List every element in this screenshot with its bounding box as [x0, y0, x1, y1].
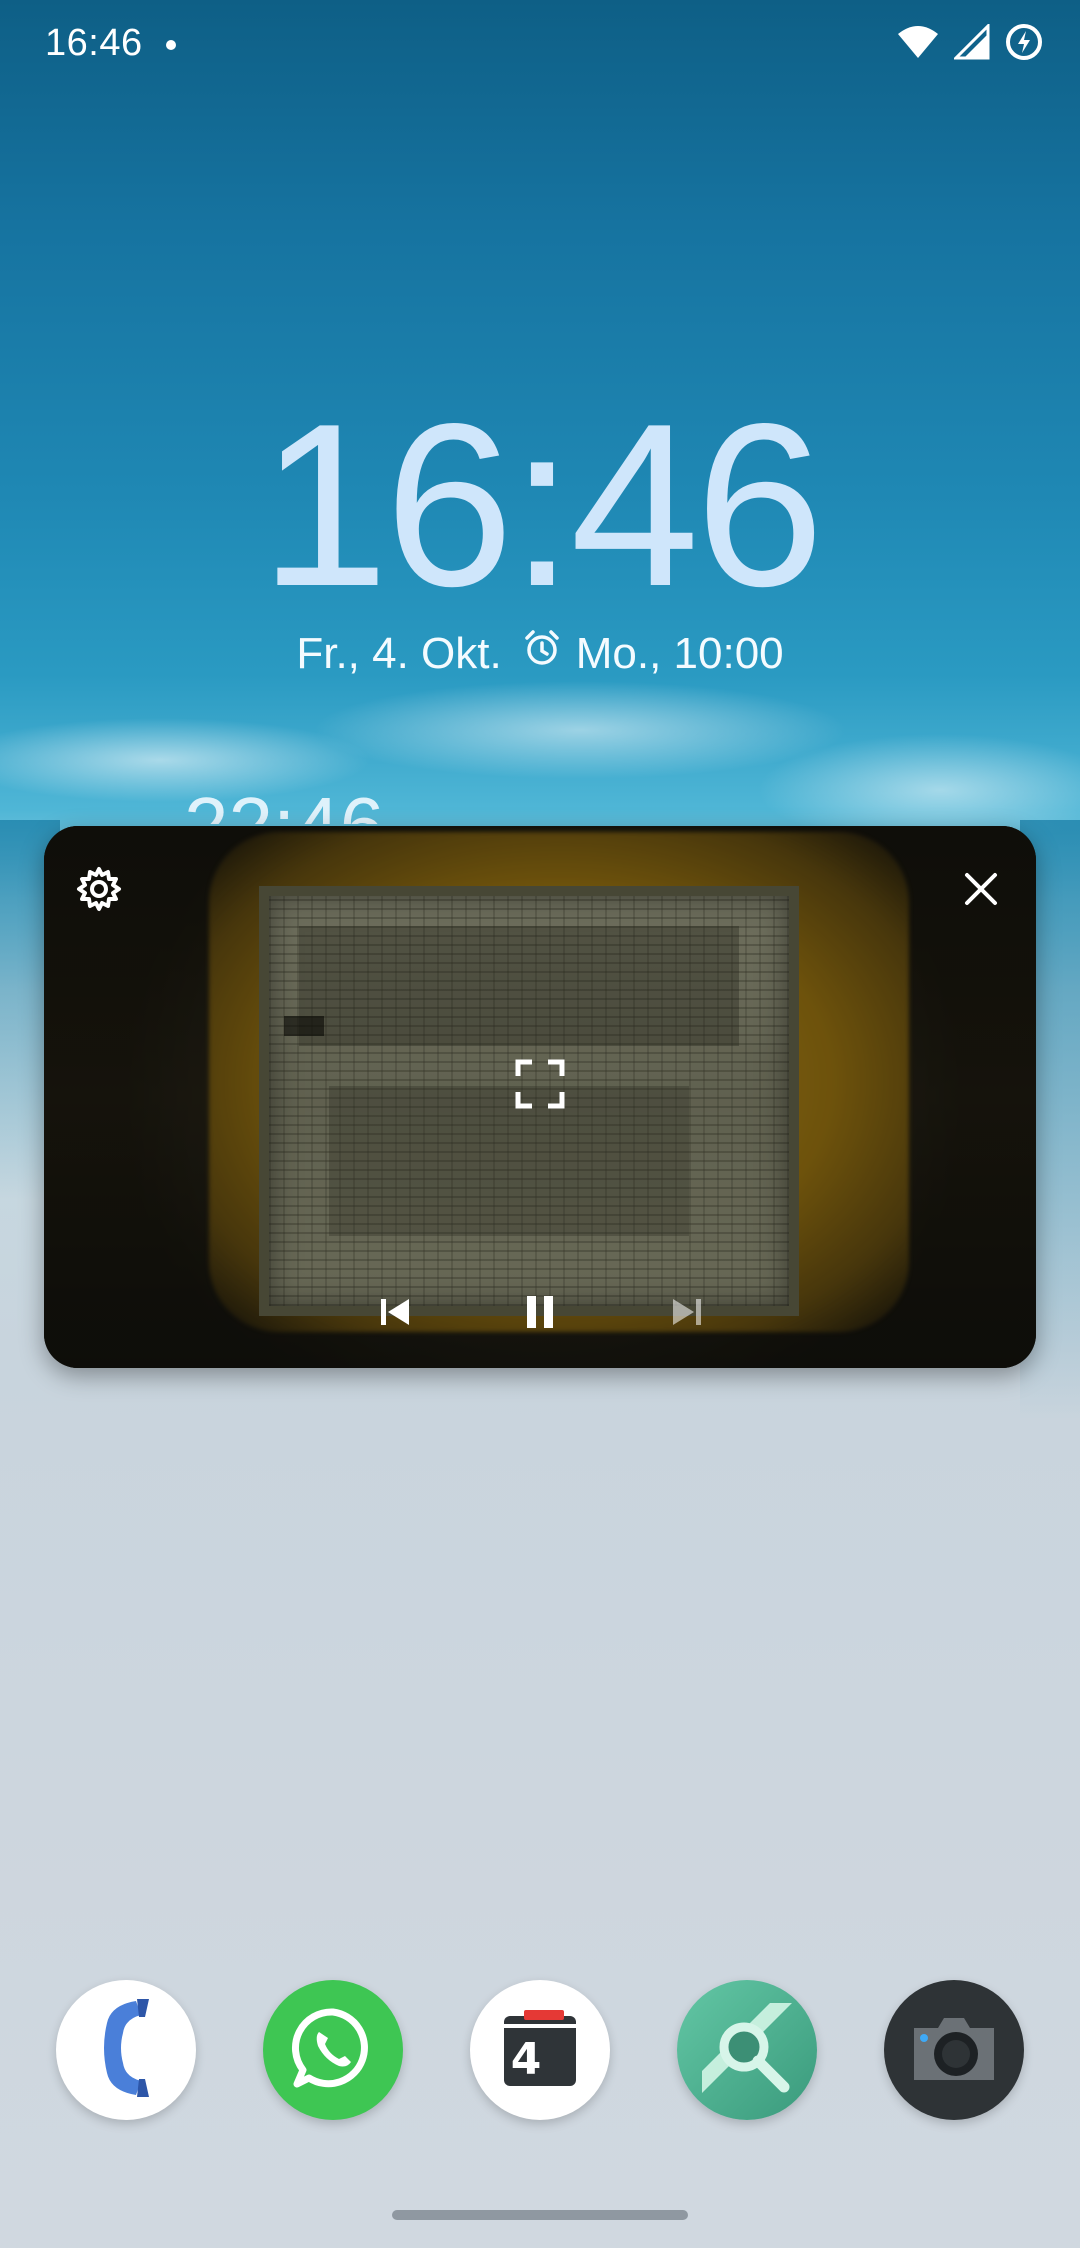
calendar-app[interactable]: 4 [470, 1980, 610, 2120]
pip-next-button[interactable] [652, 1279, 722, 1349]
lock-clock: 16:46 [259, 376, 825, 635]
whatsapp-app[interactable] [263, 1980, 403, 2120]
calendar-date: 4 [510, 2034, 542, 2085]
whatsapp-icon [285, 2000, 381, 2101]
phone-app[interactable] [56, 1980, 196, 2120]
app-dock: 4 [0, 1980, 1080, 2120]
pip-fullscreen-button[interactable] [500, 1046, 580, 1126]
search-app-icon [692, 1993, 802, 2108]
gear-icon [74, 864, 124, 919]
pip-video-window[interactable] [44, 826, 1036, 1368]
alarm-clock-icon [522, 628, 562, 679]
gesture-nav-handle[interactable] [392, 2210, 688, 2220]
fullscreen-icon [514, 1058, 566, 1115]
pip-pause-button[interactable] [505, 1279, 575, 1349]
skip-previous-icon [377, 1294, 413, 1335]
cell-signal-icon [952, 22, 990, 65]
wifi-icon [896, 24, 940, 65]
calendar-icon: 4 [500, 2010, 580, 2090]
camera-app[interactable] [884, 1980, 1024, 2120]
pause-icon [522, 1292, 558, 1337]
status-icons [896, 22, 1044, 67]
pip-settings-button[interactable] [64, 856, 134, 926]
close-icon [961, 869, 1001, 914]
lock-date: Fr., 4. Okt. [296, 628, 502, 678]
secondary-clock: 22:46 [184, 776, 384, 824]
search-app[interactable] [677, 1980, 817, 2120]
status-bar: 16:46 [0, 0, 1080, 86]
status-time: 16:46 [45, 22, 143, 64]
pip-previous-button[interactable] [360, 1279, 430, 1349]
pip-close-button[interactable] [946, 856, 1016, 926]
lock-screen: 16:46 16:46 Fr., 4. Okt. Mo., 10:00 4 [0, 0, 1080, 2248]
battery-saver-icon [1004, 22, 1044, 67]
next-alarm[interactable]: Mo., 10:00 [522, 628, 784, 679]
notification-dot [166, 40, 176, 50]
camera-icon [904, 2008, 1004, 2093]
skip-next-icon [669, 1294, 705, 1335]
alarm-time: Mo., 10:00 [575, 628, 784, 678]
date-alarm-line: Fr., 4. Okt. Mo., 10:00 [0, 628, 1080, 679]
phone-icon [81, 1993, 171, 2108]
